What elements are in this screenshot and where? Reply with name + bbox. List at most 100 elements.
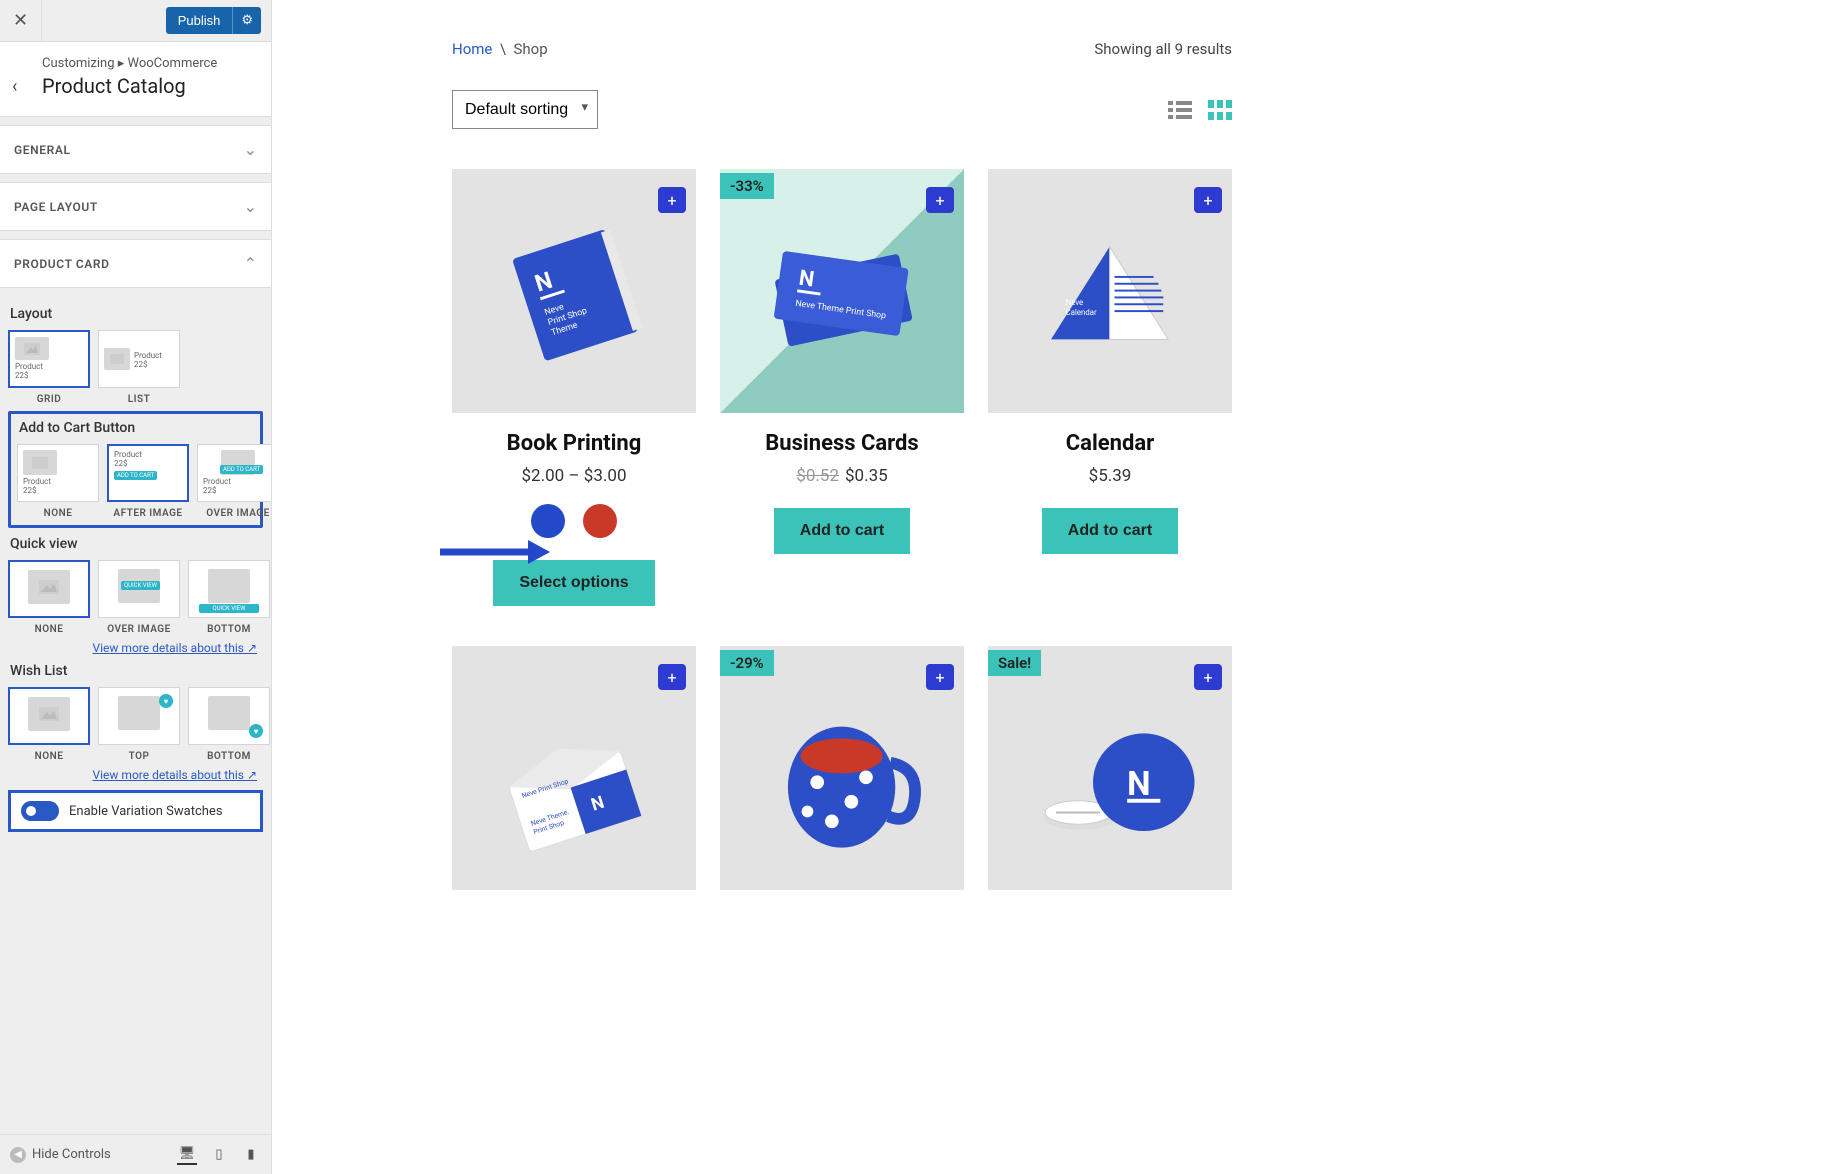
plus-icon: + bbox=[667, 668, 676, 687]
thumb-text: Product22$ bbox=[15, 363, 43, 381]
product-price: $5.39 bbox=[1089, 466, 1132, 486]
thumb-text: Product22$ bbox=[203, 478, 231, 496]
breadcrumb-customizing: Customizing bbox=[42, 56, 115, 71]
wishlist-more-link[interactable]: View more details about this ↗ bbox=[14, 768, 257, 782]
quickview-over-option[interactable]: QUICK VIEW bbox=[98, 560, 180, 618]
product-card: -29% + bbox=[720, 646, 964, 890]
addtocart-none-caption: NONE bbox=[44, 508, 73, 519]
layout-list-caption: LIST bbox=[128, 394, 151, 405]
results-count: Showing all 9 results bbox=[1094, 40, 1232, 58]
back-button[interactable]: ‹ bbox=[12, 56, 42, 98]
breadcrumb-label: Customizing ▸ WooCommerce bbox=[42, 56, 217, 71]
chevron-up-icon: ⌃ bbox=[244, 254, 257, 273]
section-page-layout-label: PAGE LAYOUT bbox=[14, 200, 98, 214]
layout-grid-caption: GRID bbox=[37, 394, 62, 405]
device-desktop-button[interactable]: 🖥 bbox=[177, 1145, 197, 1165]
quickview-none-option[interactable] bbox=[8, 560, 90, 618]
addtocart-over-option[interactable]: ADD TO CART Product22$ bbox=[197, 444, 271, 502]
section-general-label: GENERAL bbox=[14, 143, 71, 157]
product-title: Business Cards bbox=[765, 431, 918, 456]
product-card: Sale! + N bbox=[988, 646, 1232, 890]
sidebar-header: ‹ Customizing ▸ WooCommerce Product Cata… bbox=[0, 42, 271, 117]
close-customizer-button[interactable]: ✕ bbox=[0, 0, 42, 42]
addtocart-after-option[interactable]: Product22$ ADD TO CART bbox=[107, 444, 189, 502]
price-max: $3.00 bbox=[584, 466, 627, 486]
product-card: -33% + N Neve Theme Print Shop Business … bbox=[720, 169, 964, 606]
wishlist-none-caption: NONE bbox=[35, 751, 64, 762]
product-image[interactable]: -29% + bbox=[720, 646, 964, 890]
breadcrumb-separator: \ bbox=[496, 40, 513, 58]
product-card-body: Layout Product22$ GRID Product22$ LIST bbox=[0, 288, 271, 846]
heart-icon: ♥ bbox=[249, 724, 263, 738]
swatch-blue[interactable] bbox=[531, 504, 565, 538]
section-general[interactable]: GENERAL ⌄ bbox=[0, 125, 271, 174]
wishlist-top-option[interactable]: ♥ bbox=[98, 687, 180, 745]
variation-swatches-toggle[interactable] bbox=[21, 801, 59, 821]
svg-text:Calendar: Calendar bbox=[1066, 308, 1097, 317]
preview-pane[interactable]: Home \ Shop Showing all 9 results Defaul… bbox=[272, 0, 1844, 1174]
hide-controls-button[interactable]: ◀ Hide Controls bbox=[10, 1147, 111, 1163]
quickview-pill: QUICK VIEW bbox=[199, 604, 259, 613]
quickview-none-caption: NONE bbox=[35, 624, 64, 635]
product-illustration: N Neve Print Shop Neve Theme. Print Shop bbox=[476, 670, 671, 865]
image-placeholder-icon bbox=[28, 570, 70, 604]
addtocart-pill: ADD TO CART bbox=[220, 465, 263, 474]
image-placeholder-icon bbox=[208, 569, 250, 603]
section-page-layout[interactable]: PAGE LAYOUT ⌄ bbox=[0, 182, 271, 231]
addtocart-after-caption: AFTER IMAGE bbox=[113, 508, 182, 519]
product-price: $0.52$0.35 bbox=[796, 466, 887, 486]
add-to-cart-button[interactable]: Add to cart bbox=[1042, 508, 1178, 554]
product-image[interactable]: -33% + N Neve Theme Print Shop bbox=[720, 169, 964, 413]
price-min: $2.00 bbox=[522, 466, 565, 486]
thumb-text: Product22$ bbox=[134, 352, 162, 370]
quick-add-button[interactable]: + bbox=[1194, 664, 1222, 690]
wishlist-bottom-option[interactable]: ♥ bbox=[188, 687, 270, 745]
product-title: Book Printing bbox=[507, 431, 642, 456]
select-options-button[interactable]: Select options bbox=[493, 560, 654, 606]
variation-swatches-row: Enable Variation Swatches bbox=[8, 790, 263, 832]
product-price: $2.00 – $3.00 bbox=[522, 466, 627, 486]
view-list-button[interactable] bbox=[1168, 100, 1192, 120]
sidebar-scroll[interactable]: GENERAL ⌄ PAGE LAYOUT ⌄ PRODUCT CARD ⌃ L… bbox=[0, 117, 271, 1134]
product-image[interactable]: Sale! + N bbox=[988, 646, 1232, 890]
publish-settings-button[interactable]: ⚙ bbox=[232, 7, 261, 34]
add-to-cart-button[interactable]: Add to cart bbox=[774, 508, 910, 554]
quick-add-button[interactable]: + bbox=[1194, 187, 1222, 213]
plus-icon: + bbox=[1203, 668, 1212, 687]
section-product-card[interactable]: PRODUCT CARD ⌃ bbox=[0, 239, 271, 288]
plus-icon: + bbox=[935, 191, 944, 210]
sort-select[interactable]: Default sorting bbox=[452, 90, 598, 129]
device-preview-group: 🖥 ▯ ▮ bbox=[177, 1145, 261, 1165]
shop-toolbar: Default sorting bbox=[452, 90, 1232, 129]
sort-wrap: Default sorting bbox=[452, 90, 598, 129]
layout-list-option[interactable]: Product22$ bbox=[98, 330, 180, 388]
swatch-red[interactable] bbox=[583, 504, 617, 538]
addtocart-none-option[interactable]: Product22$ bbox=[17, 444, 99, 502]
wishlist-none-option[interactable] bbox=[8, 687, 90, 745]
price-sep: – bbox=[564, 466, 584, 486]
breadcrumb-home-link[interactable]: Home bbox=[452, 40, 492, 58]
quick-add-button[interactable]: + bbox=[658, 187, 686, 213]
product-image[interactable]: + N Neve Print Shop Theme bbox=[452, 169, 696, 413]
quickview-bottom-option[interactable]: QUICK VIEW bbox=[188, 560, 270, 618]
quick-add-button[interactable]: + bbox=[926, 187, 954, 213]
publish-button[interactable]: Publish bbox=[166, 7, 233, 34]
quick-add-button[interactable]: + bbox=[658, 664, 686, 690]
wishlist-options: NONE ♥ TOP ♥ BOTTOM bbox=[8, 687, 263, 762]
mobile-icon: ▮ bbox=[247, 1147, 254, 1162]
quickview-bottom-caption: BOTTOM bbox=[207, 624, 251, 635]
image-placeholder-icon bbox=[104, 348, 130, 370]
quickview-more-link[interactable]: View more details about this ↗ bbox=[14, 641, 257, 655]
view-grid-button[interactable] bbox=[1208, 100, 1232, 120]
breadcrumb-separator: ▸ bbox=[118, 56, 128, 71]
product-image[interactable]: + N Neve Print Shop Neve Theme. Print Sh… bbox=[452, 646, 696, 890]
group-addtocart-label: Add to Cart Button bbox=[19, 420, 252, 436]
addtocart-over-caption: OVER IMAGE bbox=[206, 508, 270, 519]
quick-add-button[interactable]: + bbox=[926, 664, 954, 690]
image-placeholder-icon bbox=[23, 450, 57, 475]
layout-grid-option[interactable]: Product22$ bbox=[8, 330, 90, 388]
product-image[interactable]: + Neve Calendar bbox=[988, 169, 1232, 413]
device-mobile-button[interactable]: ▮ bbox=[241, 1145, 261, 1165]
device-tablet-button[interactable]: ▯ bbox=[209, 1145, 229, 1165]
publish-group: Publish ⚙ bbox=[166, 7, 261, 34]
